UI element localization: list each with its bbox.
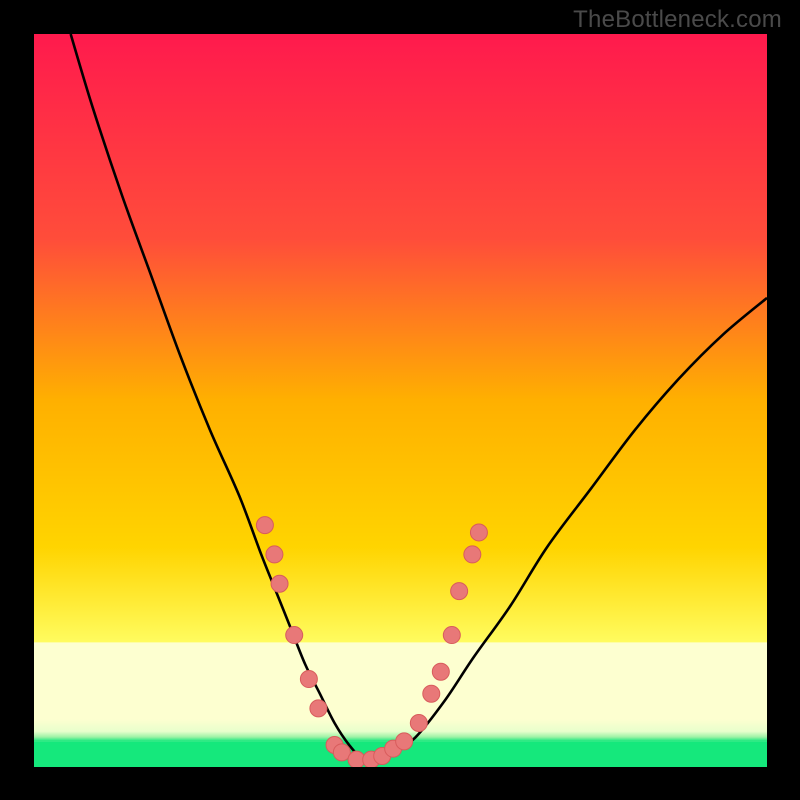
data-point (396, 733, 413, 750)
data-point (410, 715, 427, 732)
plot-area (34, 34, 767, 767)
data-point (443, 627, 460, 644)
data-point (271, 575, 288, 592)
data-point (451, 583, 468, 600)
data-point (286, 627, 303, 644)
data-point (256, 517, 273, 534)
data-point (423, 685, 440, 702)
chart-frame: TheBottleneck.com (0, 0, 800, 800)
data-point (266, 546, 283, 563)
data-point (464, 546, 481, 563)
data-point (310, 700, 327, 717)
watermark-text: TheBottleneck.com (573, 6, 782, 34)
data-point (300, 671, 317, 688)
data-point (432, 663, 449, 680)
bottleneck-chart (34, 34, 767, 767)
data-point (470, 524, 487, 541)
